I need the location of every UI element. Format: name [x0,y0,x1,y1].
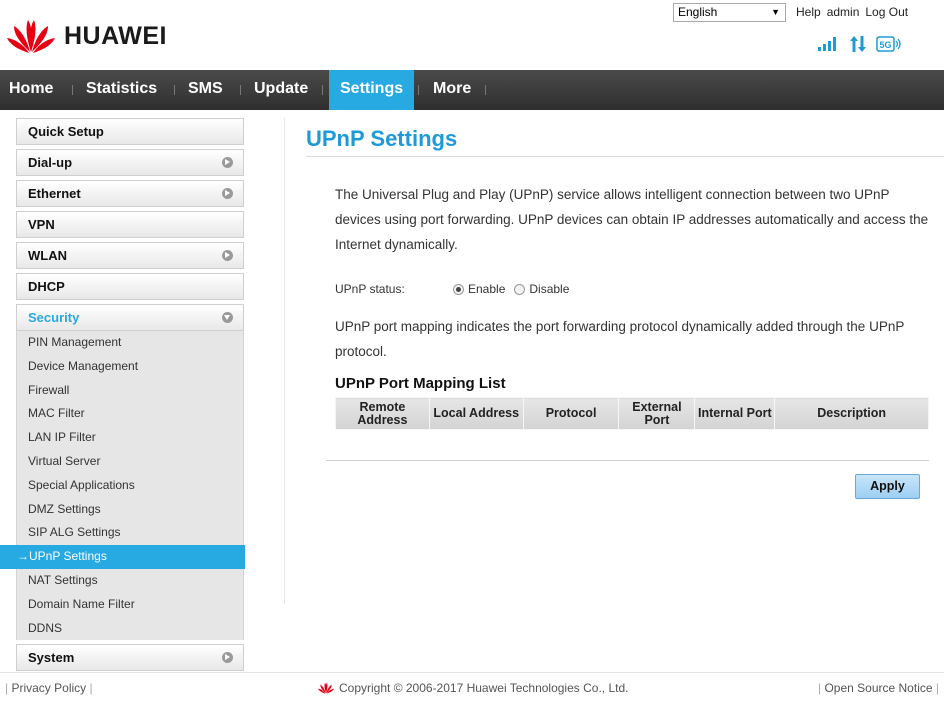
divider [0,672,944,673]
nav-separator [240,85,241,95]
nav-sms[interactable]: SMS [188,70,223,110]
nav-update[interactable]: Update [254,70,308,110]
column-external-port: External Port [618,397,696,430]
nav-separator [485,85,486,95]
network-badge: 5G [879,40,891,50]
column-protocol: Protocol [522,397,620,430]
submenu-item-domain-name-filter[interactable]: Domain Name Filter [17,593,243,617]
submenu-item-device-management[interactable]: Device Management [17,355,243,379]
submenu-item-nat-settings[interactable]: NAT Settings [17,569,243,593]
nav-separator [174,85,175,95]
username: admin [826,5,860,19]
upnp-status-row: UPnP status: Enable Disable [335,282,569,296]
top-links: Help admin Log Out [796,5,908,19]
footer-left: | Privacy Policy | [5,681,93,695]
collapse-icon [222,312,233,323]
column-local-address: Local Address [428,397,524,430]
sidebar: Quick Setup Dial-up Ethernet VPN WLAN DH… [0,118,245,675]
language-value: English [678,5,718,19]
security-submenu: PIN Management Device Management Firewal… [0,331,245,641]
nav-settings[interactable]: Settings [329,70,415,110]
status-icons: 5G [818,36,902,52]
submenu-item-upnp-settings[interactable]: →UPnP Settings [0,545,245,569]
huawei-flower-icon [7,20,55,53]
brand-name: HUAWEI [64,21,167,50]
nav-more[interactable]: More [433,70,471,110]
sidebar-item-label: Dial-up [28,155,73,170]
nav-separator [322,85,323,95]
nav-separator [72,85,73,95]
sidebar-item-ethernet[interactable]: Ethernet [16,180,244,207]
submenu-item-mac-filter[interactable]: MAC Filter [17,402,243,426]
sidebar-item-label: WLAN [28,248,67,263]
sidebar-item-label: VPN [28,217,55,232]
dropdown-arrow-icon: ▼ [771,7,780,17]
sidebar-item-system[interactable]: System [16,644,244,672]
port-mapping-description: UPnP port mapping indicates the port for… [335,319,905,359]
expand-icon [222,188,233,199]
nav-home[interactable]: Home [9,70,53,110]
expand-icon [222,652,233,664]
huawei-flower-icon [318,682,334,694]
network-5g-icon: 5G [876,36,901,52]
expand-icon [222,250,233,261]
sidebar-item-dhcp[interactable]: DHCP [16,273,244,300]
sidebar-item-vpn[interactable]: VPN [16,211,244,238]
port-mapping-list-title: UPnP Port Mapping List [335,375,506,392]
submenu-item-sip-alg-settings[interactable]: SIP ALG Settings [17,521,243,545]
separator: | [89,681,93,695]
divider [284,118,285,604]
help-link[interactable]: Help [796,5,821,19]
sidebar-item-label: DHCP [28,279,65,294]
apply-button[interactable]: Apply [855,474,920,499]
submenu-item-pin-management[interactable]: PIN Management [17,331,243,355]
submenu-item-special-applications[interactable]: Special Applications [17,474,243,498]
table-header-row: Remote Address Local Address Protocol Ex… [335,397,929,430]
disable-radio[interactable] [514,283,526,295]
divider [326,460,929,461]
separator: | [818,681,822,695]
sidebar-item-label: Security [28,310,80,325]
signal-strength-icon [818,37,836,51]
huawei-logo: HUAWEI [6,18,167,54]
sidebar-item-wlan[interactable]: WLAN [16,242,244,269]
footer-right: | Open Source Notice | [818,681,939,695]
sidebar-item-quick-setup[interactable]: Quick Setup [16,118,244,145]
submenu-item-ddns[interactable]: DDNS [17,617,243,641]
language-select[interactable]: English ▼ [673,3,786,22]
header: HUAWEI English ▼ Help admin Log Out 5G [0,0,944,70]
port-mapping-table: Remote Address Local Address Protocol Ex… [335,397,929,430]
sidebar-item-security[interactable]: Security [16,304,244,331]
data-transfer-icon [850,36,866,52]
upnp-description: The Universal Plug and Play (UPnP) servi… [335,187,929,252]
divider [306,156,944,157]
submenu-item-dmz-settings[interactable]: DMZ Settings [17,498,243,522]
column-internal-port: Internal Port [694,397,776,430]
open-source-notice-link[interactable]: Open Source Notice [824,681,932,695]
sidebar-item-label: Quick Setup [28,124,104,139]
copyright-text: Copyright © 2006-2017 Huawei Technologie… [339,681,629,695]
sidebar-item-label: Ethernet [28,186,81,201]
nav-separator [418,85,419,95]
column-remote-address: Remote Address [335,397,430,430]
nav-statistics[interactable]: Statistics [86,70,157,110]
sidebar-item-label: System [28,650,75,666]
disable-label[interactable]: Disable [529,282,569,296]
submenu-item-firewall[interactable]: Firewall [17,379,243,403]
submenu-item-virtual-server[interactable]: Virtual Server [17,450,243,474]
footer-center: Copyright © 2006-2017 Huawei Technologie… [317,681,628,695]
main-nav: Home Statistics SMS Update Settings More [0,70,944,110]
enable-radio[interactable] [453,283,464,295]
separator: | [935,681,939,695]
separator: | [5,681,9,695]
expand-icon [222,157,233,168]
sidebar-item-dialup[interactable]: Dial-up [16,149,244,176]
logout-link[interactable]: Log Out [865,5,908,19]
privacy-policy-link[interactable]: Privacy Policy [11,681,86,695]
enable-label[interactable]: Enable [468,282,505,296]
submenu-item-lan-ip-filter[interactable]: LAN IP Filter [17,426,243,450]
page-title: UPnP Settings [306,126,458,151]
column-description: Description [774,397,929,430]
upnp-status-label: UPnP status: [335,282,405,296]
